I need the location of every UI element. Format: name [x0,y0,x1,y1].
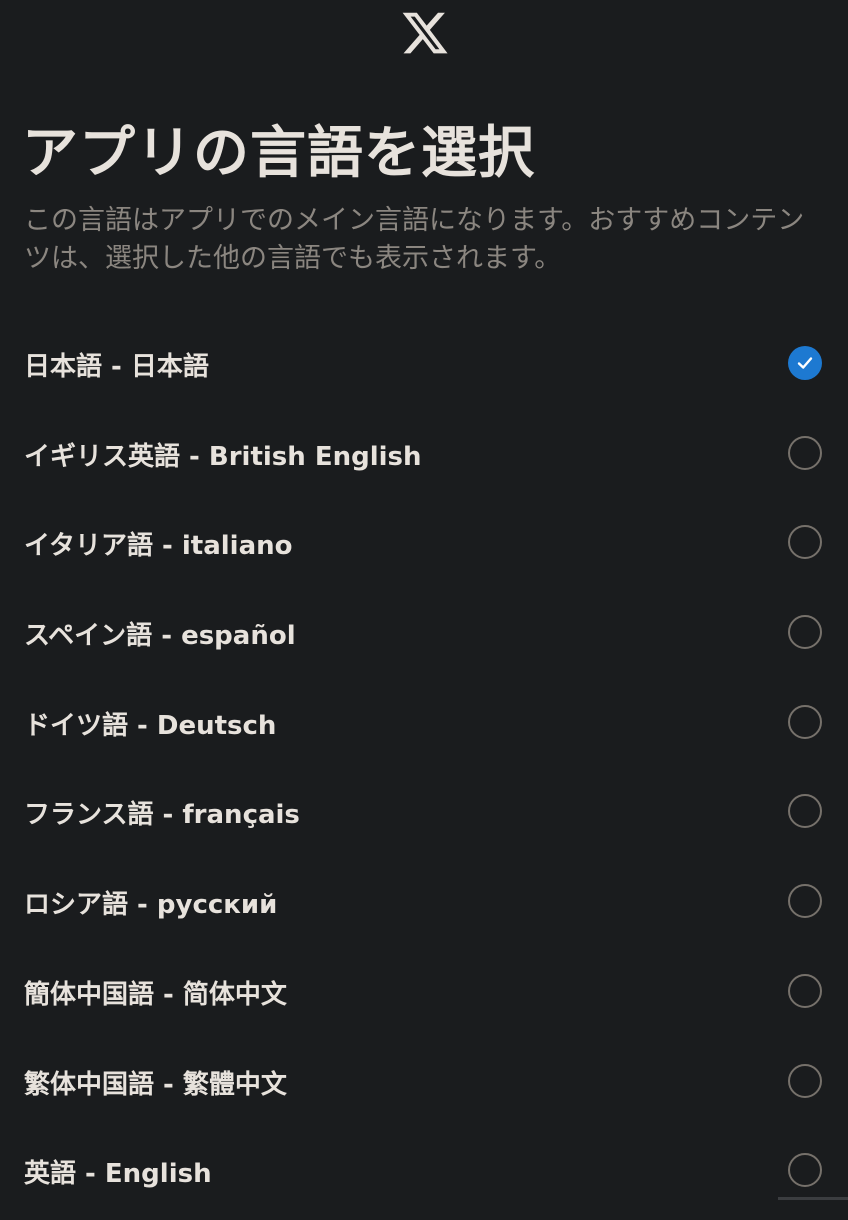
radio-unchecked[interactable] [788,704,822,739]
language-option-label: 簡体中国語 - 简体中文 [24,979,287,1010]
language-option-label: 日本語 - 日本語 [24,352,209,382]
language-list: 日本語 - 日本語 イギリス英語 - British English イタリア語… [0,323,848,1220]
language-option-en-gb[interactable]: イギリス英語 - British English [0,413,848,503]
language-option-label: 英語 - English [24,1159,212,1190]
radio-unchecked[interactable] [788,525,822,560]
language-option-zh-hant[interactable]: 繁体中国語 - 繁體中文 [0,1041,848,1131]
language-option-label: フランス語 - français [24,800,300,831]
language-option-label: ロシア語 - русский [24,890,278,921]
language-option-ja[interactable]: 日本語 - 日本語 [0,323,848,413]
radio-checked[interactable] [788,346,822,380]
language-option-label: 繁体中国語 - 繁體中文 [24,1069,287,1100]
language-option-label: イタリア語 - italiano [24,531,293,562]
language-option-label: ドイツ語 - Deutsch [24,710,277,741]
radio-unchecked[interactable] [788,1063,822,1098]
radio-unchecked[interactable] [788,884,822,919]
radio-unchecked[interactable] [788,973,822,1008]
language-option-ru[interactable]: ロシア語 - русский [0,861,848,951]
language-option-de[interactable]: ドイツ語 - Deutsch [0,682,848,772]
language-option-label: イギリス英語 - British English [24,441,422,472]
language-option-it[interactable]: イタリア語 - italiano [0,502,848,592]
check-icon [797,357,813,369]
radio-unchecked[interactable] [788,615,822,650]
language-option-zh-hans[interactable]: 簡体中国語 - 简体中文 [0,951,848,1041]
language-option-fr[interactable]: フランス語 - français [0,771,848,861]
page-title: アプリの言語を選択 [22,121,535,186]
language-option-label: スペイン語 - español [24,621,296,652]
x-logo-icon [402,12,448,54]
radio-unchecked[interactable] [788,1153,822,1188]
page-description: この言語はアプリでのメイン言語になります。おすすめコンテンツは、選択した他の言語… [24,205,805,274]
radio-unchecked[interactable] [788,794,822,829]
language-option-en[interactable]: 英語 - English [0,1130,848,1220]
language-option-es[interactable]: スペイン語 - español [0,592,848,682]
radio-unchecked[interactable] [788,435,822,470]
